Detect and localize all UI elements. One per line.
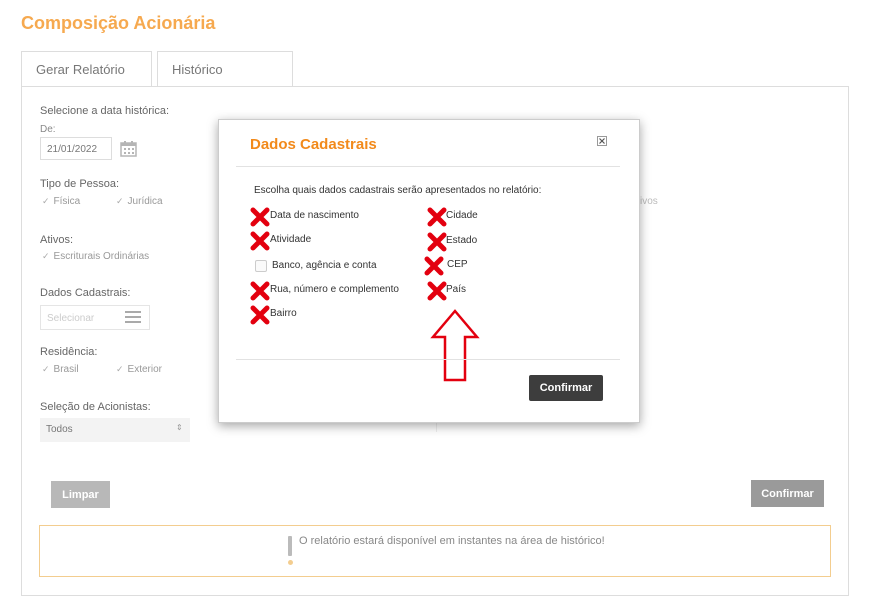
- check-icon: ✓: [116, 196, 124, 206]
- red-x-icon: [250, 207, 270, 227]
- residencia-label: Residência:: [40, 346, 98, 358]
- ativos-option-label: Escriturais Ordinárias: [53, 251, 150, 262]
- close-icon[interactable]: [597, 136, 607, 146]
- residencia-brasil-label: Brasil: [53, 364, 79, 375]
- exclamation-icon: [288, 536, 292, 556]
- dados-label: Dados Cadastrais:: [40, 287, 131, 299]
- from-label: De:: [40, 124, 56, 135]
- modal-divider-bottom: [236, 359, 620, 360]
- option-bairro[interactable]: Bairro: [270, 308, 297, 319]
- red-x-icon: [427, 281, 447, 301]
- ghost-text: ivos: [640, 196, 658, 207]
- pessoa-fisica-label: Física: [53, 196, 81, 207]
- red-x-icon: [427, 232, 447, 252]
- arrow-up-icon: [430, 309, 480, 382]
- tab-historico[interactable]: Histórico: [157, 51, 293, 87]
- modal-title: Dados Cadastrais: [250, 136, 377, 153]
- clear-button[interactable]: Limpar: [51, 481, 110, 508]
- red-x-icon: [424, 256, 444, 276]
- menu-icon[interactable]: [125, 310, 141, 324]
- checkbox-banco[interactable]: [255, 260, 267, 272]
- select-caret-icon: ⇕: [176, 423, 183, 432]
- option-atividade[interactable]: Atividade: [270, 234, 311, 245]
- tab-gerar-relatorio[interactable]: Gerar Relatório: [21, 51, 152, 87]
- pessoa-fisica-checkbox[interactable]: ✓ Física: [42, 196, 80, 207]
- option-rua-numero-complemento[interactable]: Rua, número e complemento: [270, 284, 399, 295]
- pessoa-juridica-checkbox[interactable]: ✓ Jurídica: [116, 196, 163, 207]
- red-x-icon: [427, 207, 447, 227]
- check-icon: ✓: [42, 251, 50, 261]
- pessoa-label: Tipo de Pessoa:: [40, 178, 120, 190]
- red-x-icon: [250, 305, 270, 325]
- notice-box: [39, 525, 831, 577]
- red-x-icon: [250, 231, 270, 251]
- option-estado[interactable]: Estado: [446, 235, 477, 246]
- acionistas-label: Seleção de Acionistas:: [40, 401, 151, 413]
- residencia-brasil-checkbox[interactable]: ✓ Brasil: [42, 364, 79, 375]
- date-section-label: Selecione a data histórica:: [40, 105, 170, 117]
- residencia-exterior-checkbox[interactable]: ✓ Exterior: [116, 364, 162, 375]
- acionistas-select[interactable]: Todos: [40, 418, 190, 442]
- ativos-checkbox[interactable]: ✓ Escriturais Ordinárias: [42, 251, 149, 262]
- modal-confirm-button[interactable]: Confirmar: [529, 375, 603, 401]
- date-input[interactable]: 21/01/2022: [40, 137, 112, 160]
- page-title: Composição Acionária: [21, 13, 216, 33]
- residencia-exterior-label: Exterior: [127, 364, 162, 375]
- option-data-nascimento[interactable]: Data de nascimento: [270, 210, 359, 221]
- confirm-button[interactable]: Confirmar: [751, 480, 824, 507]
- modal-divider-top: [236, 166, 620, 167]
- option-cidade[interactable]: Cidade: [446, 210, 478, 221]
- pessoa-juridica-label: Jurídica: [127, 196, 163, 207]
- ativos-label: Ativos:: [40, 234, 74, 246]
- option-cep[interactable]: CEP: [447, 259, 468, 270]
- option-banco-agencia-conta[interactable]: Banco, agência e conta: [272, 260, 377, 271]
- check-icon: ✓: [116, 364, 124, 374]
- exclamation-dot: [288, 560, 293, 565]
- calendar-icon[interactable]: [120, 140, 137, 157]
- modal-instruction: Escolha quais dados cadastrais serão apr…: [254, 185, 542, 196]
- check-icon: ✓: [42, 196, 50, 206]
- option-pais[interactable]: País: [446, 284, 466, 295]
- notice-text: O relatório estará disponível em instant…: [299, 535, 605, 547]
- check-icon: ✓: [42, 364, 50, 374]
- red-x-icon: [250, 281, 270, 301]
